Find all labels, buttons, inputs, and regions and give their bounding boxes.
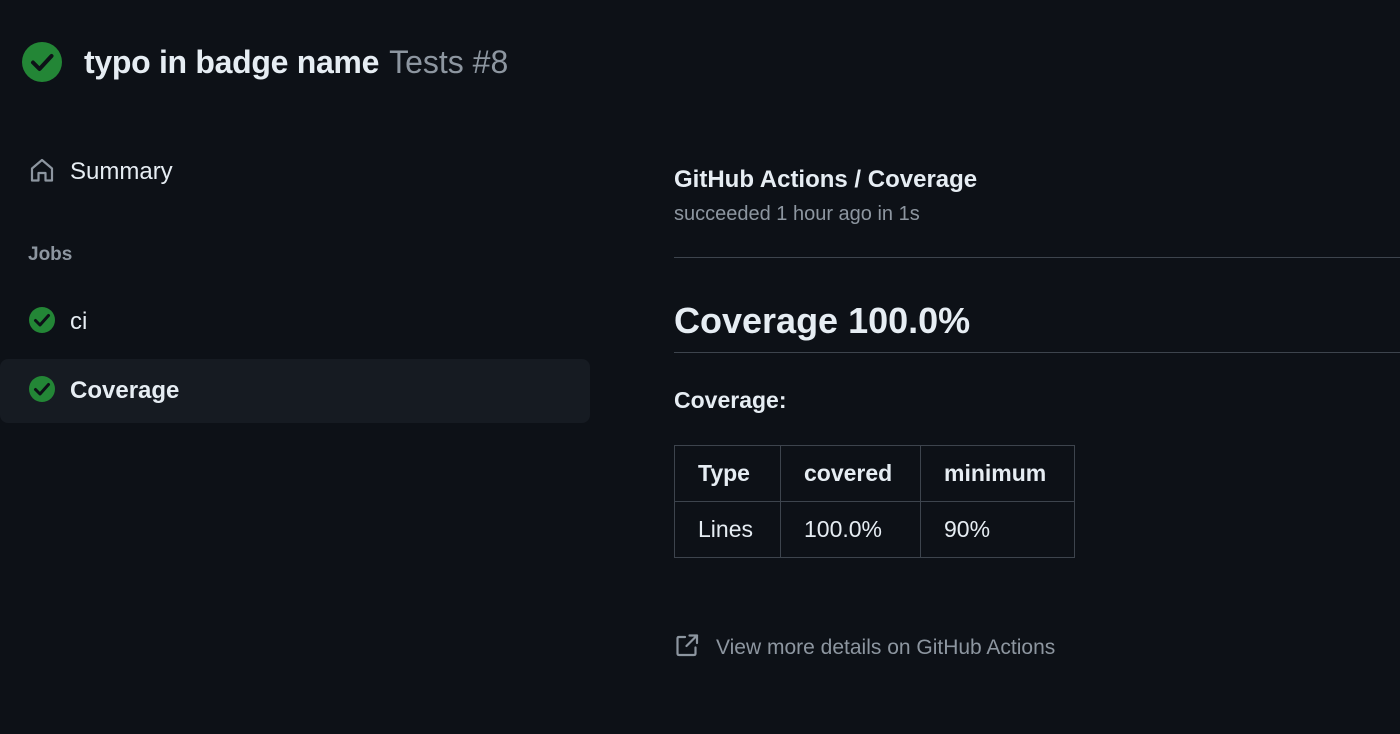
sidebar-item-summary[interactable]: Summary [0,140,590,204]
check-run-status: succeeded 1 hour ago in 1s [674,203,920,225]
check-run-title: GitHub Actions / Coverage [674,166,978,193]
check-circle-fill-icon [28,375,56,408]
workflow-run-title: typo in badge name [84,43,380,80]
workflow-run-subtitle: Tests #8 [389,43,509,80]
link-external-icon [674,632,700,663]
divider [674,257,1400,258]
sidebar-item-coverage[interactable]: Coverage [0,359,590,423]
sidebar-item-label: Coverage [70,377,180,404]
view-details-link[interactable]: View more details on GitHub Actions [674,632,1055,663]
check-circle-fill-icon [28,306,56,339]
divider [674,352,1400,353]
table-header-row: Type covered minimum [674,445,1075,502]
coverage-table: Type covered minimum Lines 100.0% 90% [674,445,1075,558]
jobs-heading: Jobs [28,244,73,265]
column-header-minimum: minimum [920,445,1075,502]
sidebar-item-ci[interactable]: ci [0,290,590,354]
coverage-heading: Coverage 100.0% [674,300,971,341]
view-details-link-text: View more details on GitHub Actions [716,635,1056,659]
column-header-covered: covered [780,445,921,502]
table-row: Lines 100.0% 90% [674,501,1075,558]
check-circle-fill-icon [22,42,62,82]
table-cell-type: Lines [674,501,781,558]
column-header-type: Type [674,445,781,502]
page-header: typo in badge name Tests #8 [22,40,508,84]
sidebar-item-label: ci [70,308,88,335]
table-cell-minimum: 90% [920,501,1075,558]
table-cell-covered: 100.0% [780,501,921,558]
home-icon [28,156,56,189]
sidebar-item-label: Summary [70,158,173,185]
coverage-subheading: Coverage: [674,387,787,413]
